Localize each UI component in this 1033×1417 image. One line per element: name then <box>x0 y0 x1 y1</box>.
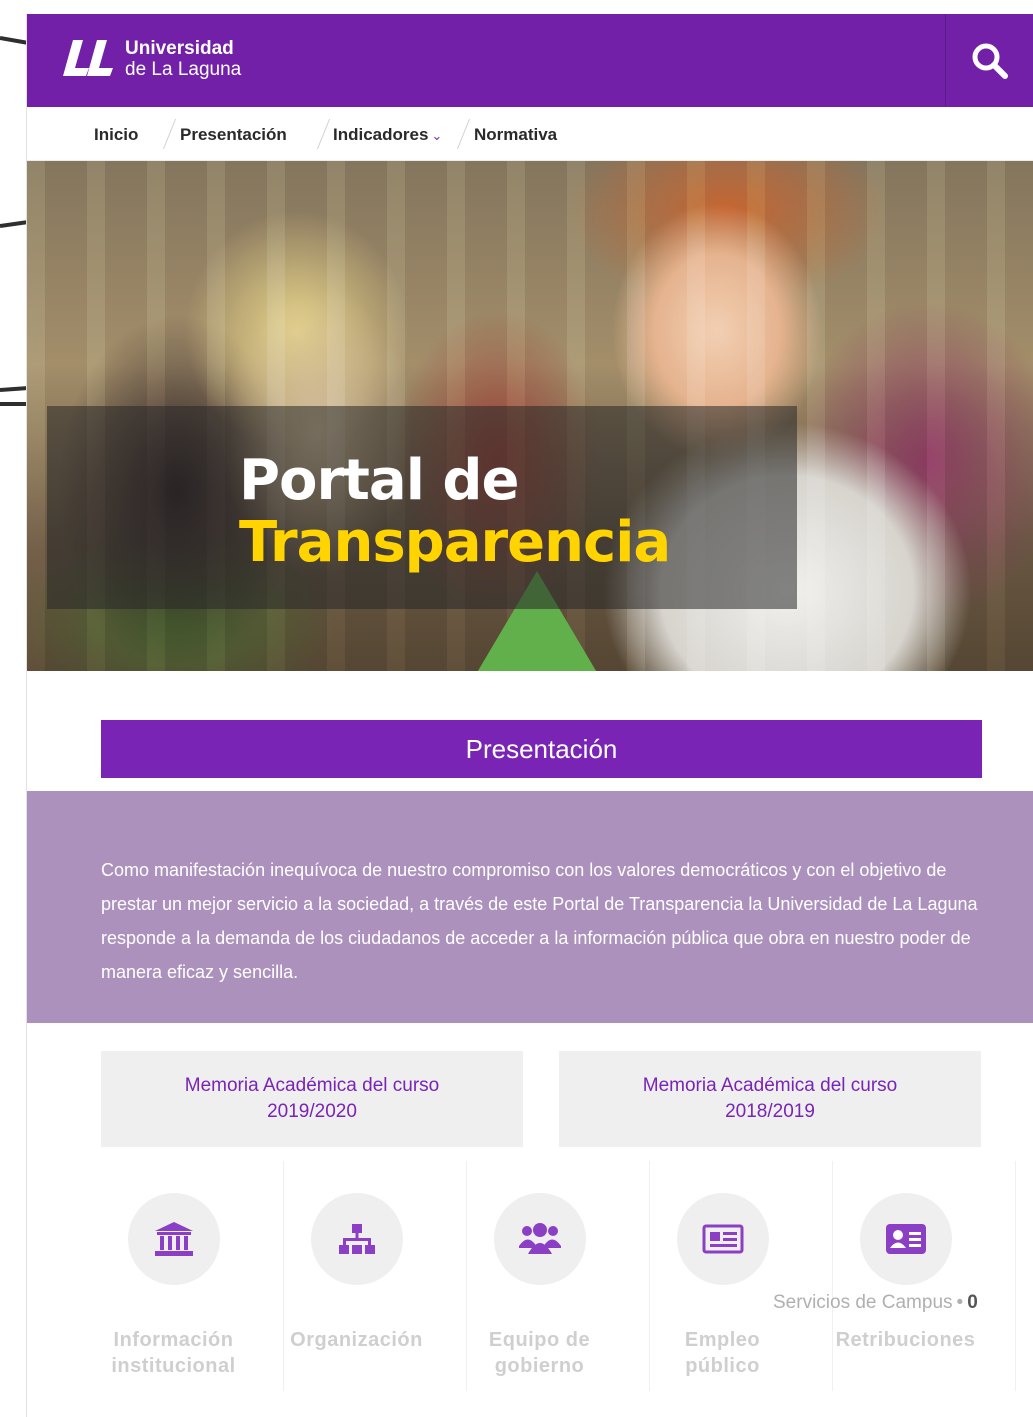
tile-retribuciones[interactable]: Retribuciones <box>833 1161 1016 1391</box>
nav-separator <box>456 119 471 149</box>
tile-label-line-2: gobierno <box>494 1355 585 1377</box>
memoria-card-line-2: 2018/2019 <box>725 1101 815 1122</box>
nav-item-presentacion[interactable]: Presentación <box>180 125 287 145</box>
presentacion-band: Como manifestación inequívoca de nuestro… <box>27 791 1033 1023</box>
tile-label-line-1: Organización <box>290 1329 423 1351</box>
tile-label-line-1: Equipo de <box>488 1329 591 1351</box>
tile-label: Equipo de gobierno <box>457 1327 622 1379</box>
main-nav: Inicio Presentación Indicadores ⌄ Normati… <box>27 107 1033 161</box>
campus-trailing: 0 <box>967 1292 978 1313</box>
presentacion-text: Como manifestación inequívoca de nuestro… <box>101 860 978 982</box>
ull-logo-icon[interactable] <box>59 36 117 82</box>
nav-separator <box>162 119 177 149</box>
tile-label-line-1: Retribuciones <box>835 1329 976 1351</box>
nav-item-indicadores[interactable]: Indicadores ⌄ <box>333 125 442 145</box>
tile-label-line-1: Información <box>113 1329 234 1351</box>
hero-banner: Portal de Transparencia <box>27 161 1033 671</box>
chevron-down-icon: ⌄ <box>431 128 443 143</box>
campus-separator: • <box>956 1292 964 1313</box>
search-button[interactable] <box>945 14 1033 107</box>
memoria-card-2018-2019[interactable]: Memoria Académica del curso 2018/2019 <box>559 1051 981 1147</box>
tile-label-line-1: Empleo <box>684 1329 761 1351</box>
tile-icon-circle <box>860 1193 952 1285</box>
tile-empleo-publico[interactable]: Empleo público <box>650 1161 833 1391</box>
memoria-card-line-2: 2019/2020 <box>267 1101 357 1122</box>
tile-organizacion[interactable]: Organización <box>284 1161 467 1391</box>
presentacion-heading: Presentación <box>101 720 982 778</box>
hero-title-line-1: Portal de <box>239 448 519 513</box>
tile-informacion-institucional[interactable]: Información institucional <box>101 1161 284 1391</box>
memoria-card-line-1: Memoria Académica del curso <box>642 1075 898 1096</box>
tile-label-line-2: público <box>685 1355 760 1377</box>
tile-label: Retribuciones <box>823 1327 988 1353</box>
campus-services-text: Servicios de Campus <box>773 1292 953 1313</box>
nav-item-normativa[interactable]: Normativa <box>474 125 557 145</box>
id-card-icon <box>886 1224 926 1254</box>
newspaper-icon <box>702 1224 744 1254</box>
tile-icon-circle <box>494 1193 586 1285</box>
category-tiles: Información institucional Organización E… <box>101 1161 1016 1391</box>
tile-equipo-de-gobierno[interactable]: Equipo de gobierno <box>467 1161 650 1391</box>
logo-line-2: de La Laguna <box>125 59 242 80</box>
logo-text[interactable]: Universidad de La Laguna <box>125 38 241 80</box>
tile-label: Organización <box>274 1327 439 1353</box>
nav-item-inicio[interactable]: Inicio <box>94 125 138 145</box>
tile-label: Empleo público <box>640 1327 805 1379</box>
logo-line-1: Universidad <box>125 38 234 59</box>
tile-icon-circle <box>311 1193 403 1285</box>
tile-label: Información institucional <box>91 1327 256 1379</box>
org-chart-icon <box>339 1224 375 1254</box>
tile-label-line-2: institucional <box>111 1355 236 1377</box>
hero-title-box: Portal de Transparencia <box>47 406 797 609</box>
nav-item-indicadores-label: Indicadores <box>333 125 429 144</box>
page-frame: Universidad de La Laguna Inicio Presenta… <box>26 14 1033 1417</box>
campus-services-link[interactable]: Servicios de Campus • 0 <box>773 1292 978 1314</box>
search-icon <box>972 43 1008 79</box>
memoria-card-line-1: Memoria Académica del curso <box>184 1075 440 1096</box>
tile-icon-circle <box>128 1193 220 1285</box>
memoria-card-2019-2020[interactable]: Memoria Académica del curso 2019/2020 <box>101 1051 523 1147</box>
tile-icon-circle <box>677 1193 769 1285</box>
team-icon <box>519 1223 561 1254</box>
hero-title-line-2: Transparencia <box>239 510 671 575</box>
site-header: Universidad de La Laguna <box>27 14 1033 107</box>
institution-icon <box>155 1222 193 1256</box>
nav-separator <box>316 119 331 149</box>
